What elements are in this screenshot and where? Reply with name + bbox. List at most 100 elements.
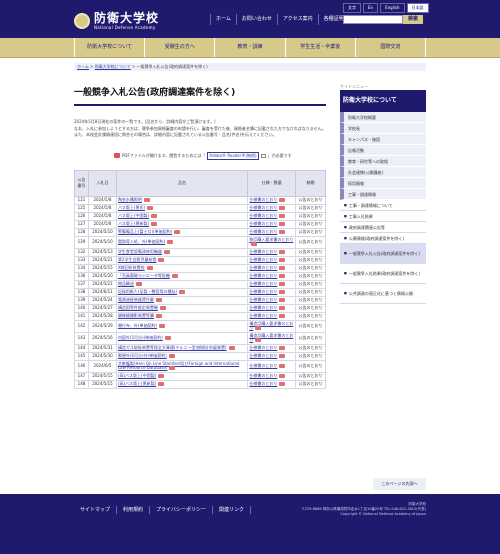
pdf-icon[interactable]: [279, 374, 286, 378]
lang-japanese[interactable]: 日本語: [406, 3, 429, 13]
sidebar-title[interactable]: 防衛大学校について: [340, 90, 426, 112]
pdf-icon[interactable]: [171, 274, 178, 278]
row-item-link[interactable]: 陶芸水槽照明: [118, 197, 142, 202]
row-item-link[interactable]: バス版上(黒新製): [118, 221, 149, 226]
pdf-icon[interactable]: [228, 346, 235, 350]
breadcrumb-home[interactable]: ホーム: [77, 64, 89, 69]
pdf-icon[interactable]: [279, 222, 286, 226]
adobe-reader-link[interactable]: Adobe® Reader®(無償): [207, 151, 259, 160]
nav-access-link[interactable]: アクセス案内: [276, 14, 318, 25]
row-spec-link[interactable]: 仕様書のとおり: [249, 381, 277, 386]
row-item-link[interactable]: 構造ガス取扱装置等保全文庫通(チルニー型(燃焼計別展装置): [118, 345, 227, 350]
pdf-icon[interactable]: [163, 250, 170, 254]
row-item-link[interactable]: 構造国等性能定装置機: [118, 305, 158, 310]
row-item-link[interactable]: X線回折装置校: [118, 265, 145, 270]
sidebar-item-research[interactable]: 教育・研究等への取組: [340, 156, 426, 167]
sidebar-sub-tender-notices[interactable]: 一般競争入札公告(政府調達案件を除く): [340, 244, 426, 264]
pdf-icon[interactable]: [158, 374, 165, 378]
pdf-icon[interactable]: [146, 266, 153, 270]
font-size-button[interactable]: 文字: [343, 3, 361, 13]
row-item-link[interactable]: 脂肪導入処、外(単価契約): [118, 239, 165, 244]
pdf-icon[interactable]: [279, 258, 286, 262]
pdf-icon[interactable]: [279, 364, 286, 368]
pdf-icon[interactable]: [179, 290, 186, 294]
sidebar-sub-gov-procurement[interactable]: 政府調達関連公告等: [340, 222, 426, 233]
sidebar-item-campus[interactable]: キャンパス・施設: [340, 134, 426, 145]
pdf-icon[interactable]: [255, 338, 262, 342]
pdf-icon[interactable]: [169, 366, 176, 370]
row-spec-link[interactable]: 仕様書のとおり: [249, 249, 277, 254]
row-item-link[interactable]: 顕微鏡撮影装置等購: [118, 313, 154, 318]
row-item-link[interactable]: 物品輸送: [118, 281, 134, 286]
sidebar-sub-public-offers[interactable]: 公募情報(政府調達案件を除く): [340, 233, 426, 244]
gnav-about[interactable]: 防衛大学校について: [74, 38, 146, 57]
row-item-link[interactable]: 電源溶接装器賃作業: [118, 297, 154, 302]
pdf-icon[interactable]: [159, 324, 166, 328]
row-item-link[interactable]: 贈付寺、外(単価契約): [118, 323, 157, 328]
gnav-applicants[interactable]: 受験生の方へ: [145, 38, 216, 57]
pdf-icon[interactable]: [155, 314, 162, 318]
sidebar-item-principal[interactable]: 学校長: [340, 123, 426, 134]
gnav-international[interactable]: 国際交流: [356, 38, 427, 57]
search-input[interactable]: [343, 15, 403, 24]
pdf-icon[interactable]: [167, 240, 174, 244]
sidebar-item-pr[interactable]: 広報活動: [340, 145, 426, 156]
pdf-icon[interactable]: [135, 282, 142, 286]
row-spec-link[interactable]: 仕様書のとおり: [249, 345, 277, 350]
row-item-link[interactable]: バス版上(黒氏): [118, 205, 145, 210]
row-item-link[interactable]: 郵便外(6月分)外(単価契約): [118, 353, 167, 358]
pdf-icon[interactable]: [279, 230, 286, 234]
sidebar-item-recruit[interactable]: 採用情報: [340, 178, 426, 189]
pdf-icon[interactable]: [279, 274, 286, 278]
pdf-icon[interactable]: [279, 382, 286, 386]
pdf-icon[interactable]: [151, 222, 158, 226]
site-logo[interactable]: 防衛大学校 National Defense Academy: [74, 10, 159, 32]
row-spec-link[interactable]: 仕様書のとおり: [249, 289, 277, 294]
search-button[interactable]: 検索: [403, 15, 423, 24]
gnav-education[interactable]: 教育・訓練: [215, 38, 286, 57]
sidebar-item-outreach[interactable]: 社会連携(公開講座): [340, 167, 426, 178]
row-item-link[interactable]: バス版上(中国製): [118, 213, 149, 218]
pdf-icon[interactable]: [279, 206, 286, 210]
row-spec-link[interactable]: 仕様書のとおり: [249, 221, 277, 226]
row-spec-link[interactable]: 仕様書のとおり: [249, 373, 277, 378]
pdf-icon[interactable]: [279, 354, 286, 358]
sidebar-sub-construction-results[interactable]: 工事入札結果: [340, 211, 426, 222]
sidebar-sub-tender-results[interactable]: 一般競争入札結果(政府調達案件を除く): [340, 264, 426, 284]
gnav-student-life[interactable]: 学生生活・卒業後: [286, 38, 356, 57]
row-spec-link[interactable]: 仕様書のとおり: [249, 363, 277, 368]
pdf-icon[interactable]: [158, 258, 165, 262]
pdf-icon[interactable]: [151, 214, 158, 218]
pdf-icon[interactable]: [279, 198, 286, 202]
pdf-icon[interactable]: [255, 326, 262, 330]
row-spec-link[interactable]: 仕様書のとおり: [249, 353, 277, 358]
row-spec-link[interactable]: 仕様書のとおり: [249, 205, 277, 210]
pdf-icon[interactable]: [279, 314, 286, 318]
sidebar-sub-disclosure[interactable]: 公共調達の適正化に基づく情報公開: [340, 284, 426, 304]
row-item-link[interactable]: 第2学生会館児童給食: [118, 257, 157, 262]
page-top-button[interactable]: このページの先頭へ: [373, 478, 426, 490]
nav-contact-link[interactable]: お問い合わせ: [235, 14, 277, 25]
pdf-icon[interactable]: [168, 354, 175, 358]
footer-privacy-link[interactable]: プライバシーポリシー: [150, 506, 213, 514]
row-spec-link[interactable]: 仕様書のとおり: [249, 305, 277, 310]
row-spec-link[interactable]: 仕様書のとおり: [249, 229, 277, 234]
row-item-link[interactable]: 「売員電磁ラジエータ等役機: [118, 273, 170, 278]
pdf-icon[interactable]: [159, 306, 166, 310]
row-item-link[interactable]: 文献複製(Hein On Line Standard及びForeign and …: [118, 361, 239, 370]
sidebar-item-procurement[interactable]: 工事・調達情報: [340, 189, 426, 200]
row-item-link[interactable]: 内容外(5月分)(単価契約): [118, 335, 163, 340]
pdf-icon[interactable]: [174, 230, 181, 234]
pdf-icon[interactable]: [147, 206, 154, 210]
row-spec-link[interactable]: 仕様書のとおり: [249, 273, 277, 278]
row-item-link[interactable]: 記録用紙た(足製・整容用の種括): [118, 289, 177, 294]
row-spec-link[interactable]: 仕様書のとおり: [249, 197, 277, 202]
pdf-icon[interactable]: [279, 290, 286, 294]
pdf-icon[interactable]: [279, 298, 286, 302]
pdf-icon[interactable]: [279, 346, 286, 350]
lang-en-short[interactable]: En: [363, 3, 379, 13]
pdf-icon[interactable]: [279, 306, 286, 310]
row-item-link[interactable]: 学生食堂設備改修用機器: [118, 249, 162, 254]
row-item-link[interactable]: (高)バス版上(中国製): [118, 373, 156, 378]
sidebar-item-overview[interactable]: 防衛大学校概要: [340, 112, 426, 123]
